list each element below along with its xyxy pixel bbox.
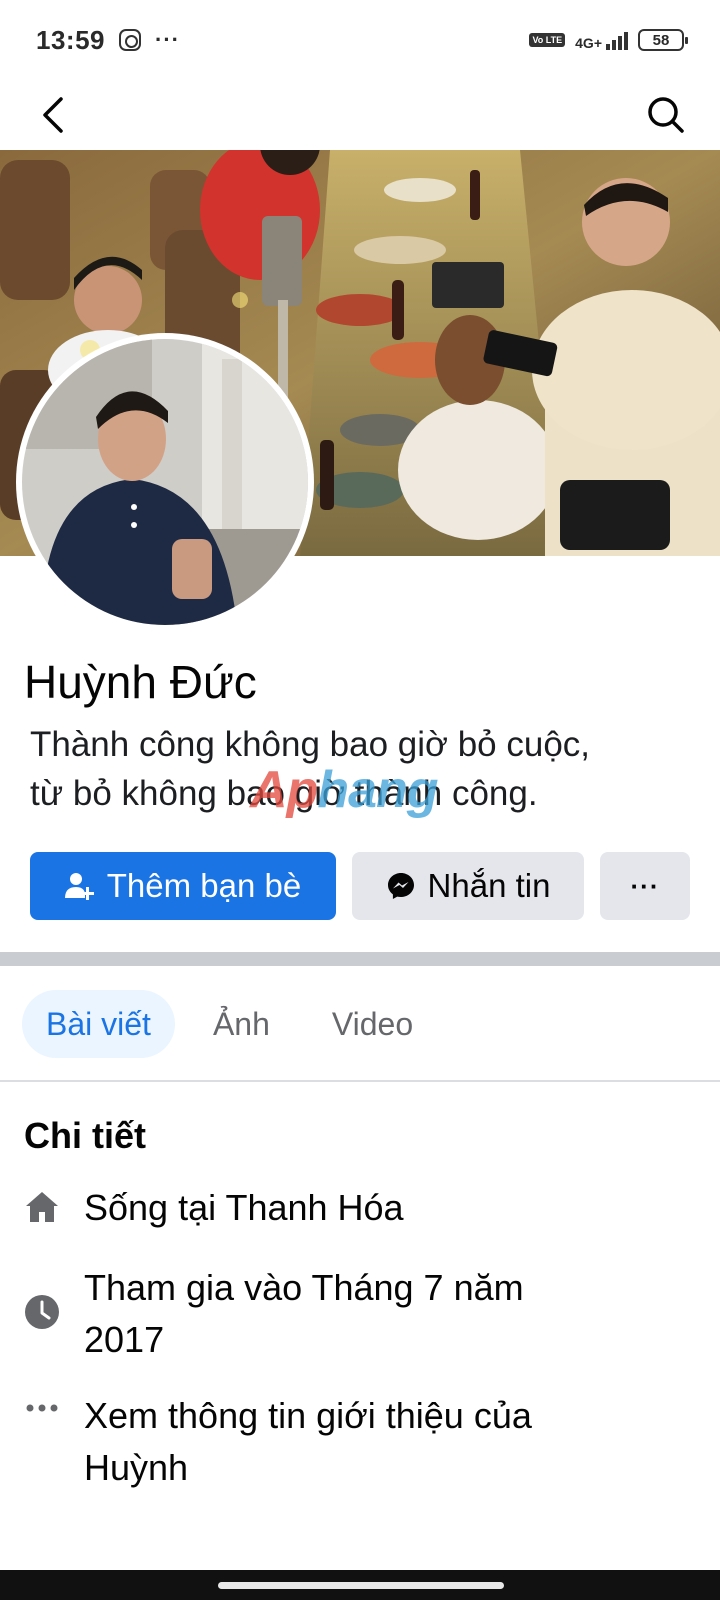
tab-videos[interactable]: Video [308,990,437,1058]
top-nav [0,80,720,150]
see-about-info-link[interactable]: Xem thông tin giới thiệu của Huỳnh [24,1390,694,1494]
profile-name: Huỳnh Đức [24,656,257,708]
joined-line1: Tham gia vào Tháng 7 năm [84,1267,524,1308]
status-bar: 13:59 ··· Vo LTE 4G+ 58 [0,0,720,80]
message-button[interactable]: Nhắn tin [352,852,584,920]
profile-bio-line1: Thành công không bao giờ bỏ cuộc, [30,725,591,764]
status-time: 13:59 [36,24,105,55]
detail-joined: Tham gia vào Tháng 7 năm 2017 [24,1262,694,1366]
detail-lives-in: Sống tại Thanh Hóa [24,1182,694,1234]
profile-tabs: Bài viết Ảnh Video [22,990,437,1058]
messenger-icon [387,873,414,899]
section-divider [0,952,720,966]
tab-posts[interactable]: Bài viết [22,990,175,1058]
details-title: Chi tiết [24,1115,146,1156]
status-indicators: Vo LTE 4G+ 58 [529,29,688,51]
network-type: 4G+ [575,35,602,51]
instagram-notification-icon [119,29,141,51]
profile-avatar[interactable] [16,333,314,631]
tab-photos[interactable]: Ảnh [189,990,294,1058]
tabs-divider [0,1080,720,1082]
status-more-notifications: ··· [155,27,180,52]
back-button[interactable] [30,91,78,139]
lives-in-place[interactable]: Thanh Hóa [225,1187,403,1228]
cell-signal-icon: 4G+ [575,30,628,50]
signal-bars [606,30,628,50]
lives-in-prefix: Sống tại [84,1187,226,1228]
home-icon [24,1189,60,1225]
about-line1: Xem thông tin giới thiệu của [84,1395,532,1436]
more-icon [24,1390,60,1426]
profile-actions: Thêm bạn bè Nhắn tin ··· [30,852,690,920]
message-label: Nhắn tin [427,867,551,904]
profile-bio: Thành công không bao giờ bỏ cuộc, từ bỏ … [30,720,690,818]
profile-page: 13:59 ··· Vo LTE 4G+ 58 Huỳnh Đức Thành … [0,0,720,1600]
search-icon [648,97,684,133]
back-arrow-icon [43,97,63,133]
more-dots-icon: ··· [630,870,660,901]
battery-icon: 58 [638,29,688,51]
volte-icon: Vo LTE [529,33,566,47]
add-friend-button[interactable]: Thêm bạn bè [30,852,336,920]
joined-line2: 2017 [84,1319,165,1360]
add-friend-icon [64,873,94,900]
more-options-button[interactable]: ··· [600,852,690,920]
home-gesture-handle[interactable] [218,1582,504,1589]
about-line2: Huỳnh [84,1447,189,1488]
profile-bio-line2: từ bỏ không bao giờ thành công. [30,774,538,813]
search-button[interactable] [642,91,690,139]
add-friend-label: Thêm bạn bè [106,867,302,904]
clock-icon [24,1294,60,1330]
